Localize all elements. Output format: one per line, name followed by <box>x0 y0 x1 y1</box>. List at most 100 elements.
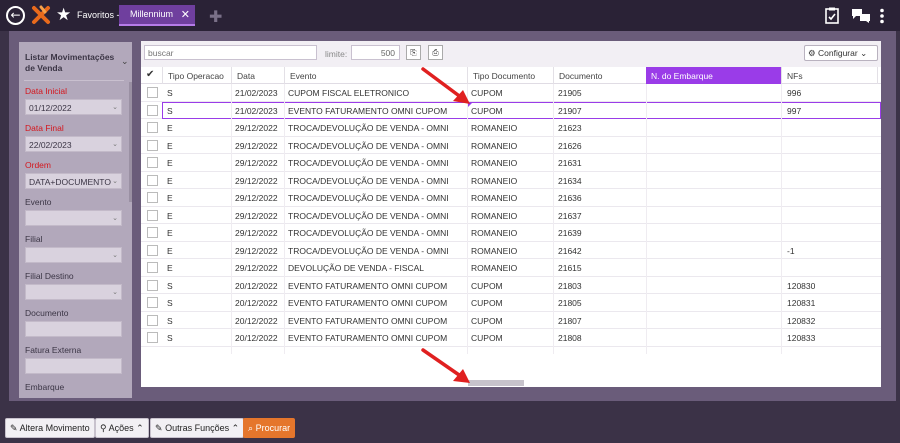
column-header[interactable]: NFs <box>781 67 877 84</box>
check-all-icon[interactable]: ✔ <box>146 69 154 80</box>
row-checkbox[interactable] <box>147 244 158 256</box>
table-row[interactable]: E 29/12/2022 TROCA/DEVOLUÇÃO DE VENDA - OM… <box>141 119 881 137</box>
filter-field[interactable]: 22/02/2023 ⌄ <box>25 136 122 152</box>
table-cell: 20/12/2022 <box>235 333 278 343</box>
annotation-arrow <box>421 67 470 104</box>
row-checkbox[interactable] <box>147 122 158 133</box>
table-row[interactable]: S 20/12/2022 EVENTO FATURAMENTO OMNI CUPOM… <box>141 294 881 312</box>
favorites-label[interactable]: Favoritos - <box>77 10 120 20</box>
table-cell: CUPOM <box>471 298 503 308</box>
back-icon[interactable]: ← <box>6 6 25 25</box>
star-icon[interactable]: ★ <box>56 5 71 25</box>
table-cell: 21/02/2023 <box>235 105 278 116</box>
print-icon[interactable]: ⎙ <box>428 45 443 60</box>
configurar-button[interactable]: ⚙ Configurar ⌄ <box>804 45 878 61</box>
filter-field[interactable]: ⌄ <box>25 247 122 263</box>
row-checkbox[interactable] <box>147 332 158 343</box>
row-checkbox[interactable] <box>147 139 158 151</box>
row-checkbox[interactable] <box>147 314 158 326</box>
table-cell: 21642 <box>558 245 582 256</box>
sidebar-scrollbar[interactable] <box>129 82 132 202</box>
table-cell: DEVOLUÇÃO DE VENDA - FISCAL <box>288 263 425 273</box>
filter-label: Evento <box>25 197 52 207</box>
horizontal-scrollbar[interactable] <box>468 380 524 386</box>
export-icon[interactable]: ⎘ <box>406 45 421 60</box>
close-icon[interactable]: ✕ <box>181 8 190 21</box>
column-header[interactable]: Tipo Documento <box>467 67 553 84</box>
table-cell: ROMANEIO <box>471 210 518 221</box>
row-checkbox[interactable] <box>147 279 158 291</box>
row-checkbox[interactable] <box>147 87 158 98</box>
table-row[interactable]: E 29/12/2022 TROCA/DEVOLUÇÃO DE VENDA - OM… <box>141 207 881 224</box>
chat-icon[interactable] <box>851 8 871 23</box>
chevron-up-icon: ⌃ <box>231 423 240 433</box>
clipboard-check-icon[interactable] <box>825 7 839 24</box>
column-header[interactable]: Documento <box>553 67 646 84</box>
table-row[interactable]: E 29/12/2022 TROCA/DEVOLUÇÃO DE VENDA - OM… <box>141 189 881 207</box>
row-checkbox[interactable] <box>147 174 158 186</box>
acoes-button[interactable]: ⚲ Ações ⌃ <box>95 418 149 438</box>
tab-millennium[interactable]: Millennium ✕ <box>119 5 195 26</box>
table-row[interactable]: S 20/12/2022 EVENTO FATURAMENTO OMNI CUPOM… <box>141 329 881 347</box>
table-row[interactable]: S 20/12/2022 EVENTO FATURAMENTO OMNI CUPOM… <box>141 312 881 329</box>
filter-field[interactable] <box>25 321 122 337</box>
table-cell: E <box>167 123 173 133</box>
table-cell: 21615 <box>558 263 582 273</box>
table-cell: 120832 <box>787 315 816 326</box>
table-row[interactable]: E 29/12/2022 TROCA/DEVOLUÇÃO DE VENDA - OM… <box>141 224 881 242</box>
filter-field[interactable]: ⌄ <box>25 284 122 300</box>
table-cell: E <box>167 175 173 186</box>
table-cell: 21626 <box>558 140 582 151</box>
filter-field[interactable] <box>25 358 122 374</box>
table-row[interactable]: S 20/12/2022 EVENTO FATURAMENTO OMNI CUPOM… <box>141 277 881 294</box>
chevron-down-icon: ⌄ <box>860 48 868 58</box>
row-checkbox[interactable] <box>147 192 158 203</box>
table-row[interactable]: E 29/12/2022 TROCA/DEVOLUÇÃO DE VENDA - OM… <box>141 172 881 189</box>
table-cell: 996 <box>787 88 802 98</box>
table-cell: 21636 <box>558 193 582 203</box>
app-logo-icon[interactable] <box>31 5 51 25</box>
row-checkbox[interactable] <box>147 157 158 168</box>
search-input[interactable] <box>144 45 317 60</box>
table-cell: S <box>167 88 173 98</box>
column-header[interactable]: Tipo Operacao <box>162 67 231 84</box>
table-cell: TROCA/DEVOLUÇÃO DE VENDA - OMNI <box>288 175 449 186</box>
table-header: ✔ Tipo Operacao Data Evento Tipo Documento D… <box>141 67 881 84</box>
table-cell: ROMANEIO <box>471 175 518 186</box>
row-checkbox[interactable] <box>147 227 158 238</box>
filter-field[interactable]: 01/12/2022 ⌄ <box>25 99 122 115</box>
table-cell: 120831 <box>787 298 816 308</box>
table-cell: 120830 <box>787 280 816 291</box>
altera-movimento-button[interactable]: ✎ Altera Movimento <box>5 418 95 438</box>
chevron-up-icon: ⌃ <box>136 423 144 433</box>
table-cell: 21623 <box>558 123 582 133</box>
table-cell: 21805 <box>558 298 582 308</box>
table-row[interactable]: E 29/12/2022 TROCA/DEVOLUÇÃO DE VENDA - OM… <box>141 154 881 172</box>
table-row[interactable]: E 29/12/2022 TROCA/DEVOLUÇÃO DE VENDA - OM… <box>141 137 881 154</box>
filter-label: Filial <box>25 234 43 244</box>
table-row[interactable]: E 29/12/2022 TROCA/DEVOLUÇÃO DE VENDA - OM… <box>141 242 881 259</box>
add-tab-icon[interactable]: ✚ <box>209 7 222 26</box>
row-checkbox[interactable] <box>147 209 158 221</box>
table-row[interactable]: S 21/02/2023 EVENTO FATURAMENTO OMNI CUPOM… <box>141 101 881 119</box>
filter-field[interactable]: DATA+DOCUMENTO ⌄ <box>25 173 122 189</box>
chevron-down-icon[interactable]: ⌄ <box>121 56 129 67</box>
outras-funcoes-button[interactable]: ✎ Outras Funções ⌃ <box>150 418 245 438</box>
outras-funcoes-label: Outras Funções <box>165 423 230 433</box>
row-checkbox[interactable] <box>147 104 158 116</box>
table-cell: 29/12/2022 <box>235 228 278 238</box>
filter-field[interactable]: ⌄ <box>25 210 122 226</box>
column-header[interactable]: Data <box>231 67 284 84</box>
procurar-button[interactable]: ⌕ Procurar <box>243 418 296 438</box>
table-row[interactable]: S 21/02/2023 CUPOM FISCAL ELETRONICO CUPOM 2… <box>141 84 881 102</box>
column-header[interactable]: L <box>877 67 881 84</box>
table-row[interactable]: E 29/12/2022 DEVOLUÇÃO DE VENDA - FISCAL RO… <box>141 259 881 277</box>
table-cell: E <box>167 263 173 273</box>
row-checkbox[interactable] <box>147 262 158 273</box>
column-header[interactable]: N. do Embarque <box>646 67 781 84</box>
limite-input[interactable] <box>351 45 400 60</box>
row-checkbox[interactable] <box>147 297 158 308</box>
more-vertical-icon[interactable] <box>879 8 885 24</box>
limite-label: limite: <box>325 49 348 59</box>
table-cell: 21907 <box>558 105 582 116</box>
